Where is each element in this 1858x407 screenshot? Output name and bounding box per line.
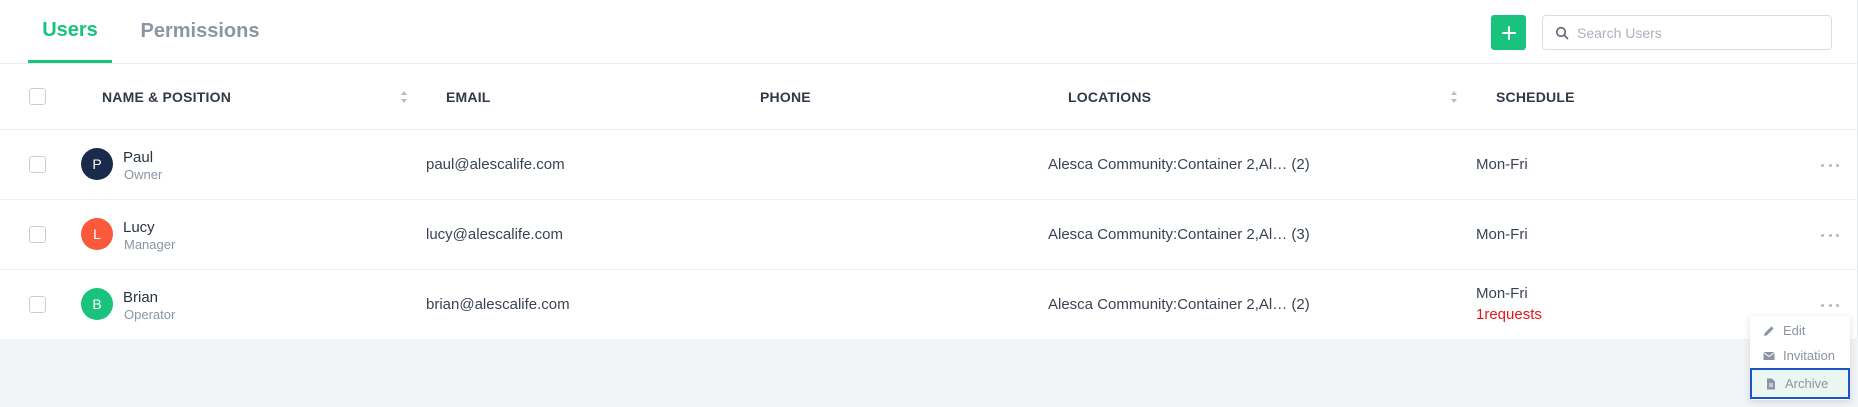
avatar-initial: B (92, 296, 102, 312)
tab-permissions[interactable]: Permissions (112, 0, 288, 63)
user-schedule: Mon-Fri (1476, 285, 1528, 302)
user-email: brian@alescalife.com (426, 296, 570, 313)
user-email: paul@alescalife.com (426, 156, 565, 173)
table-row[interactable]: B Brian Operator brian@alescalife.com Al… (0, 270, 1858, 339)
row-actions-menu: Edit Invitation Archive (1750, 316, 1850, 400)
tab-bar: Users Permissions (28, 0, 288, 64)
avatar-initial: L (93, 226, 101, 242)
plus-icon (1501, 25, 1516, 40)
table-header: NAME & POSITION EMAIL PHONE LOCATIONS SC… (0, 64, 1858, 130)
user-name: Brian (123, 289, 159, 306)
search-icon (1555, 26, 1569, 39)
select-all-checkbox[interactable] (29, 88, 46, 105)
tab-users[interactable]: Users (28, 0, 112, 63)
document-icon (1767, 378, 1775, 389)
column-header-email: EMAIL (446, 89, 491, 105)
schedule-requests-link[interactable]: 1requests (1476, 306, 1542, 323)
avatar: B (81, 288, 113, 320)
column-header-schedule: SCHEDULE (1496, 89, 1575, 105)
pencil-icon (1764, 325, 1774, 336)
avatar-initial: P (92, 156, 102, 172)
avatar: L (81, 218, 113, 250)
search-input[interactable] (1577, 24, 1827, 41)
add-user-button[interactable] (1491, 15, 1526, 50)
avatar: P (81, 148, 113, 180)
user-schedule: Mon-Fri (1476, 156, 1528, 173)
user-role: Manager (124, 237, 176, 252)
menu-item-label: Edit (1783, 323, 1806, 338)
column-header-name[interactable]: NAME & POSITION (102, 64, 231, 130)
row-checkbox[interactable] (29, 226, 46, 243)
user-name: Lucy (123, 219, 155, 236)
user-schedule: Mon-Fri (1476, 226, 1528, 243)
user-role: Owner (124, 167, 163, 182)
row-actions-button[interactable] (1821, 230, 1839, 240)
user-role: Operator (124, 307, 176, 322)
envelope-icon (1763, 351, 1775, 360)
row-actions-button[interactable] (1821, 300, 1839, 310)
search-box (1542, 15, 1832, 50)
menu-item-archive[interactable]: Archive (1750, 368, 1850, 399)
menu-item-label: Archive (1785, 376, 1829, 391)
row-checkbox[interactable] (29, 296, 46, 313)
table-row[interactable]: L Lucy Manager lucy@alescalife.com Alesc… (0, 200, 1858, 270)
column-header-phone: PHONE (760, 89, 811, 105)
user-locations: Alesca Community:Container 2,Al… (2) (1048, 156, 1310, 173)
user-name: Paul (123, 149, 154, 166)
table-row[interactable]: P Paul Owner paul@alescalife.com Alesca … (0, 130, 1858, 200)
user-email: lucy@alescalife.com (426, 226, 563, 243)
menu-item-invitation[interactable]: Invitation (1750, 343, 1850, 368)
column-header-locations[interactable]: LOCATIONS (1068, 64, 1151, 130)
sort-locations-icon[interactable] (1450, 90, 1458, 104)
menu-item-label: Invitation (1783, 348, 1836, 363)
row-checkbox[interactable] (29, 156, 46, 173)
user-locations: Alesca Community:Container 2,Al… (3) (1048, 226, 1310, 243)
users-panel: Users Permissions NAME & POSITION EMAIL … (0, 0, 1858, 339)
menu-item-edit[interactable]: Edit (1750, 318, 1850, 343)
user-locations: Alesca Community:Container 2,Al… (2) (1048, 296, 1310, 313)
sort-name-icon[interactable] (400, 90, 408, 104)
row-actions-button[interactable] (1821, 160, 1839, 170)
